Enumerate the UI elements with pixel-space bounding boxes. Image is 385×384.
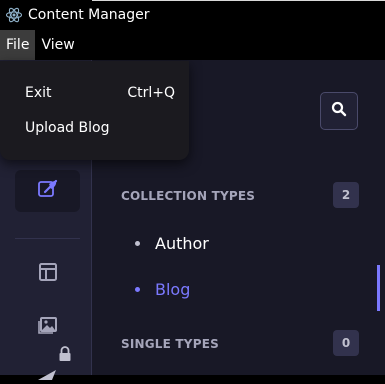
single-types-count: 0 (333, 330, 359, 356)
search-icon (331, 101, 347, 121)
title-bar: Content Manager (0, 0, 385, 30)
bullet (135, 241, 140, 246)
menu-bar: File View (0, 30, 385, 60)
collection-types-count: 2 (333, 182, 359, 208)
menu-item-shortcut: Ctrl+Q (127, 85, 175, 101)
single-types-heading[interactable]: SINGLE TYPES (121, 337, 219, 351)
top-divider (92, 0, 385, 1)
lock-icon (58, 346, 72, 366)
collection-types-heading[interactable]: COLLECTION TYPES (121, 189, 255, 203)
list-item-author[interactable]: Author (135, 234, 209, 253)
menu-file[interactable]: File (0, 30, 36, 60)
menu-item-upload-blog[interactable]: Upload Blog (25, 120, 175, 136)
layout-icon (38, 262, 58, 286)
feather-icon (37, 178, 59, 204)
sidebar-divider (15, 238, 80, 239)
image-icon (37, 314, 58, 338)
menu-item-label: Upload Blog (25, 120, 110, 136)
file-menu-dropdown: Exit Ctrl+Q Upload Blog (0, 61, 189, 160)
list-item-blog[interactable]: Blog (135, 280, 190, 299)
search-button[interactable] (320, 92, 358, 130)
list-item-label: Blog (155, 280, 191, 299)
list-item-label: Author (155, 234, 209, 253)
menu-view[interactable]: View (35, 30, 80, 60)
menu-item-exit[interactable]: Exit Ctrl+Q (25, 85, 175, 101)
scrollbar-thumb[interactable] (377, 265, 380, 311)
content-type-builder-nav-button[interactable] (15, 253, 80, 295)
content-manager-nav-button[interactable] (15, 170, 80, 212)
window-title: Content Manager (28, 7, 150, 23)
menu-item-label: Exit (25, 85, 52, 101)
bullet (135, 287, 140, 292)
electron-app-icon (3, 4, 25, 26)
media-library-nav-button[interactable] (15, 305, 80, 347)
